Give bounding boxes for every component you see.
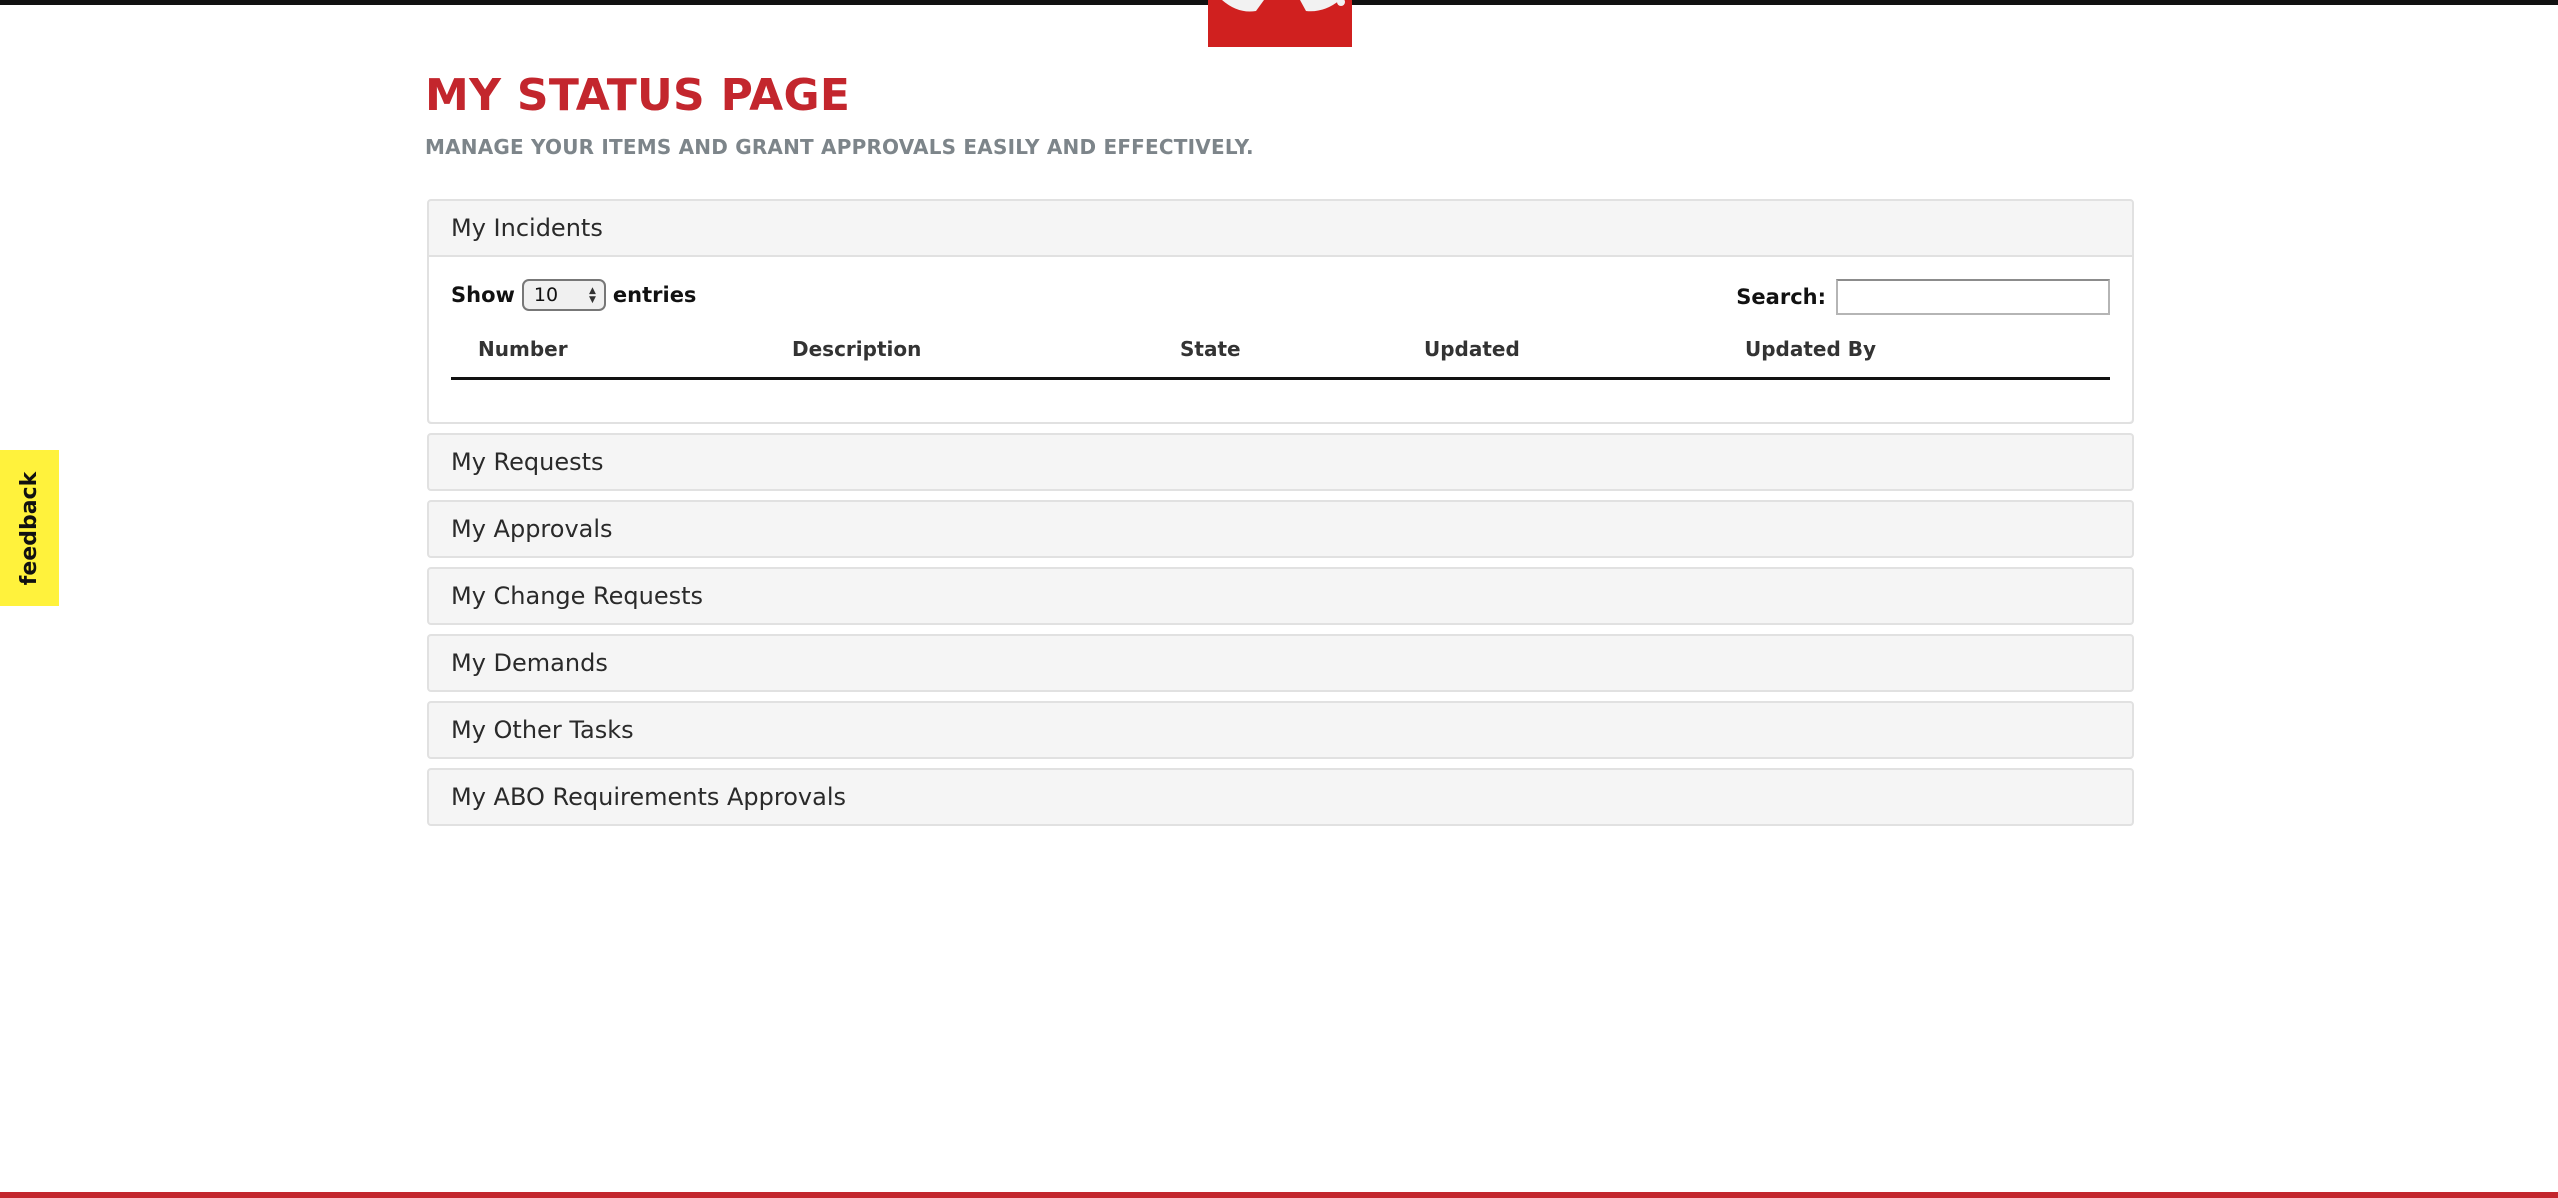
panel-my-approvals: My Approvals — [427, 500, 2134, 558]
entries-length-control: Show 10 ▲ ▼ entries — [451, 279, 696, 311]
status-panels: My Incidents Show 10 ▲ ▼ entries Search: … — [427, 199, 2134, 835]
table-header-row: Number Description State Updated Updated… — [451, 335, 2110, 380]
page-title: MY STATUS PAGE — [425, 70, 851, 121]
panel-heading-my-other-tasks[interactable]: My Other Tasks — [429, 703, 2132, 757]
brand-logo-icon[interactable] — [1208, 0, 1352, 47]
panel-heading-my-abo-requirements-approvals[interactable]: My ABO Requirements Approvals — [429, 770, 2132, 824]
column-header-updated[interactable]: Updated — [1397, 335, 1718, 380]
panel-my-incidents: My Incidents Show 10 ▲ ▼ entries Search: … — [427, 199, 2134, 424]
panel-my-other-tasks: My Other Tasks — [427, 701, 2134, 759]
entries-select[interactable]: 10 ▲ ▼ — [521, 279, 606, 311]
entries-label: entries — [612, 283, 697, 307]
feedback-label: feedback — [17, 471, 42, 585]
panel-my-requests: My Requests — [427, 433, 2134, 491]
panel-heading-my-incidents[interactable]: My Incidents — [429, 201, 2132, 257]
panel-heading-my-demands[interactable]: My Demands — [429, 636, 2132, 690]
panel-my-abo-requirements-approvals: My ABO Requirements Approvals — [427, 768, 2134, 826]
page-subtitle: MANAGE YOUR ITEMS AND GRANT APPROVALS EA… — [425, 135, 1254, 159]
column-header-state[interactable]: State — [1153, 335, 1397, 380]
panel-heading-my-change-requests[interactable]: My Change Requests — [429, 569, 2132, 623]
panel-my-change-requests: My Change Requests — [427, 567, 2134, 625]
chevron-up-down-icon: ▲ ▼ — [588, 286, 596, 305]
panel-heading-my-approvals[interactable]: My Approvals — [429, 502, 2132, 556]
panel-heading-my-requests[interactable]: My Requests — [429, 435, 2132, 489]
feedback-button[interactable]: feedback — [0, 450, 59, 606]
bottom-border — [0, 1192, 2558, 1198]
table-search-control: Search: — [1736, 279, 2110, 315]
incidents-table: Number Description State Updated Updated… — [451, 335, 2110, 380]
search-label: Search: — [1736, 285, 1826, 309]
incidents-table-body: Show 10 ▲ ▼ entries Search: Number Descri… — [429, 257, 2132, 422]
column-header-description[interactable]: Description — [765, 335, 1153, 380]
entries-select-value: 10 — [533, 284, 559, 306]
search-input[interactable] — [1836, 279, 2110, 315]
column-header-updated-by[interactable]: Updated By — [1718, 335, 2110, 380]
panel-my-demands: My Demands — [427, 634, 2134, 692]
column-header-number[interactable]: Number — [451, 335, 765, 380]
show-label: Show — [451, 283, 515, 307]
